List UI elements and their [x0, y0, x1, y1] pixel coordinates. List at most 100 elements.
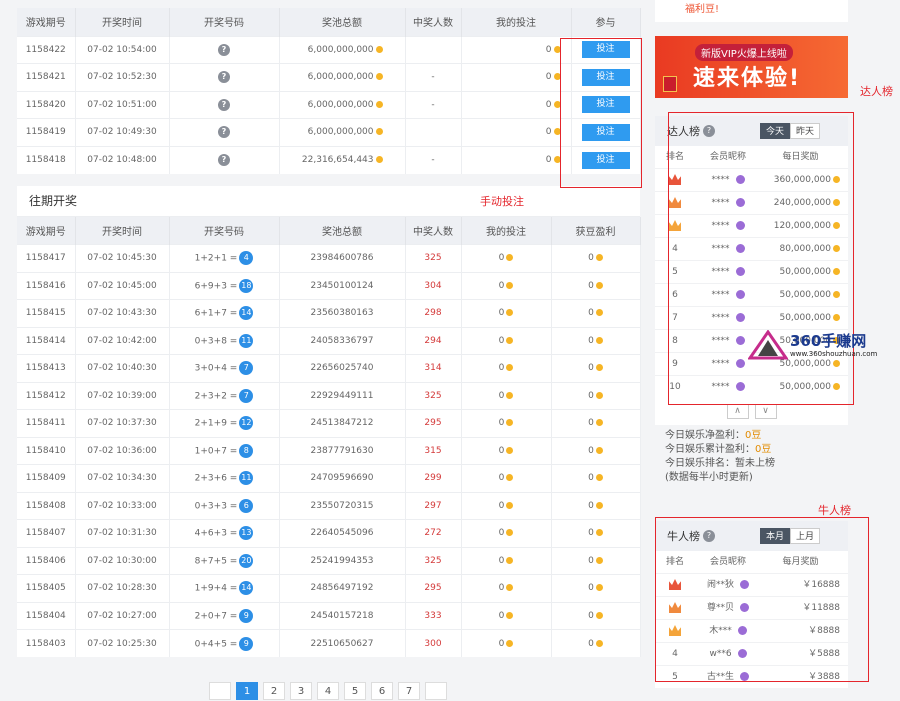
result-ball: 20 — [239, 553, 254, 568]
draw-expression: 1+0+7 = — [194, 446, 238, 457]
winners: - — [405, 145, 462, 174]
my-bet: 0 — [498, 500, 505, 511]
table-row: 1158421 07-02 10:52:30? 6,000,000,000-0 投注 — [17, 63, 641, 91]
pool-total: 23550720315 — [279, 491, 406, 520]
draw-id: 1158417 — [17, 244, 76, 272]
coin-icon — [375, 156, 383, 163]
stat-total-value: 0豆 — [755, 444, 772, 455]
page-button[interactable]: 6 — [371, 682, 393, 700]
draw-number-cell: 0+3+3 = 6 — [169, 491, 280, 520]
coin-icon — [375, 128, 383, 136]
current-draws-table: 游戏期号 开奖时间 开奖号码 奖池总额 中奖人数 我的投注 参与 1158422 07-02 … — [17, 8, 641, 174]
column-header: 获豆盈利 — [551, 216, 641, 245]
result-ball: 14 — [239, 306, 254, 321]
unknown-icon: ? — [218, 43, 230, 56]
coin-icon — [506, 309, 514, 317]
page-button[interactable]: 4 — [317, 682, 339, 700]
my-bet: 0 — [498, 610, 505, 621]
column-header: 中奖人数 — [405, 8, 462, 36]
column-header: 我的投注 — [461, 216, 552, 245]
draw-id: 1158422 — [17, 35, 76, 64]
draw-time: 07-02 10:45:30 — [75, 244, 170, 272]
profit-cell: 0 — [551, 519, 641, 547]
page-next-button[interactable] — [425, 682, 447, 700]
draw-time: 07-02 10:30:00 — [75, 546, 170, 575]
pool-value: 6,000,000,000 — [307, 72, 374, 83]
vip-banner[interactable]: 新版VIP火爆上线啦 速来体验! — [655, 36, 848, 98]
page-prev-button[interactable] — [209, 682, 231, 700]
draw-id: 1158416 — [17, 271, 76, 300]
page-button[interactable]: 5 — [344, 682, 366, 700]
draw-number-cell: ? — [169, 35, 280, 64]
result-ball: 13 — [239, 526, 254, 541]
my-bet: 0 — [498, 555, 505, 566]
coin-icon — [595, 336, 603, 344]
pool-cell: 22,316,654,443 — [279, 145, 406, 174]
draw-time: 07-02 10:39:00 — [75, 381, 170, 410]
banner-line2: 速来体验! — [693, 66, 802, 91]
scroll-up-button[interactable]: ∧ — [726, 404, 749, 419]
stat-total-label: 今日娱乐累计盈利： — [665, 444, 755, 455]
winners: 272 — [405, 519, 462, 547]
watermark-url: www.360shouzhuan.com — [790, 350, 878, 358]
table-row: 1158418 07-02 10:48:00? 22,316,654,443-0 投注 — [17, 145, 641, 174]
result-ball: 7 — [239, 361, 254, 376]
coin-icon — [595, 529, 603, 537]
draw-time: 07-02 10:51:00 — [75, 90, 170, 119]
draw-id: 1158408 — [17, 491, 76, 520]
page-button[interactable]: 1 — [236, 682, 258, 700]
page-button[interactable]: 2 — [263, 682, 285, 700]
page-button[interactable]: 3 — [290, 682, 312, 700]
coin-icon — [595, 419, 603, 427]
my-bet: 0 — [498, 583, 505, 594]
column-header: 我的投注 — [461, 8, 572, 36]
draw-number-cell: 2+3+2 = 7 — [169, 381, 280, 410]
result-ball: 14 — [239, 581, 254, 596]
my-bet: 0 — [498, 473, 505, 484]
red-envelope-icon — [663, 76, 677, 92]
result-ball: 9 — [239, 608, 254, 623]
table-row: 1158419 07-02 10:49:30? 6,000,000,000 0 投注 — [17, 118, 641, 146]
profit-cell: 0 — [551, 326, 641, 355]
pool-cell: 6,000,000,000 — [279, 118, 406, 146]
draw-time: 07-02 10:45:00 — [75, 271, 170, 300]
profit: 0 — [588, 253, 594, 264]
my-bet: 0 — [498, 335, 505, 346]
draw-id: 1158411 — [17, 409, 76, 437]
column-header: 参与 — [571, 8, 641, 36]
my-bet-cell: 0 — [461, 546, 552, 575]
pool-cell: 6,000,000,000 — [279, 90, 406, 119]
main-content: 游戏期号 开奖时间 开奖号码 奖池总额 中奖人数 我的投注 参与 1158422 07-02 … — [17, 8, 641, 657]
draw-number-cell: 3+0+4 = 7 — [169, 354, 280, 382]
table-row: 1158413 07-02 10:40:30 3+0+4 = 7 22656025740… — [17, 354, 641, 382]
my-bet: 0 — [498, 638, 505, 649]
coin-icon — [506, 364, 514, 372]
draw-time: 07-02 10:48:00 — [75, 145, 170, 174]
coin-icon — [595, 254, 603, 262]
coin-icon — [506, 419, 514, 427]
coin-icon — [595, 309, 603, 317]
unknown-icon: ? — [218, 126, 230, 139]
past-draws-title: 往期开奖 — [17, 185, 640, 217]
profit: 0 — [588, 445, 594, 456]
column-header: 开奖号码 — [169, 8, 280, 36]
profit: 0 — [588, 390, 594, 401]
stat-note: (数据每半小时更新) — [665, 472, 753, 483]
draw-number-cell: 6+1+7 = 14 — [169, 299, 280, 327]
my-bet-cell: 0 — [461, 464, 552, 492]
profit-cell: 0 — [551, 574, 641, 602]
draw-time: 07-02 10:25:30 — [75, 629, 170, 657]
profit: 0 — [588, 500, 594, 511]
page-button[interactable]: 7 — [398, 682, 420, 700]
draw-time: 07-02 10:43:30 — [75, 299, 170, 327]
draw-expression: 2+0+7 = — [194, 611, 238, 622]
draw-number-cell: 0+3+8 = 11 — [169, 326, 280, 355]
scroll-down-button[interactable]: ∨ — [754, 404, 777, 419]
column-header: 游戏期号 — [17, 216, 76, 245]
draw-time: 07-02 10:54:00 — [75, 35, 170, 64]
winners: 304 — [405, 271, 462, 300]
draw-time: 07-02 10:37:30 — [75, 409, 170, 437]
draw-number-cell: 6+9+3 = 18 — [169, 271, 280, 300]
my-bet-cell: 0 — [461, 354, 552, 382]
draw-id: 1158406 — [17, 546, 76, 575]
